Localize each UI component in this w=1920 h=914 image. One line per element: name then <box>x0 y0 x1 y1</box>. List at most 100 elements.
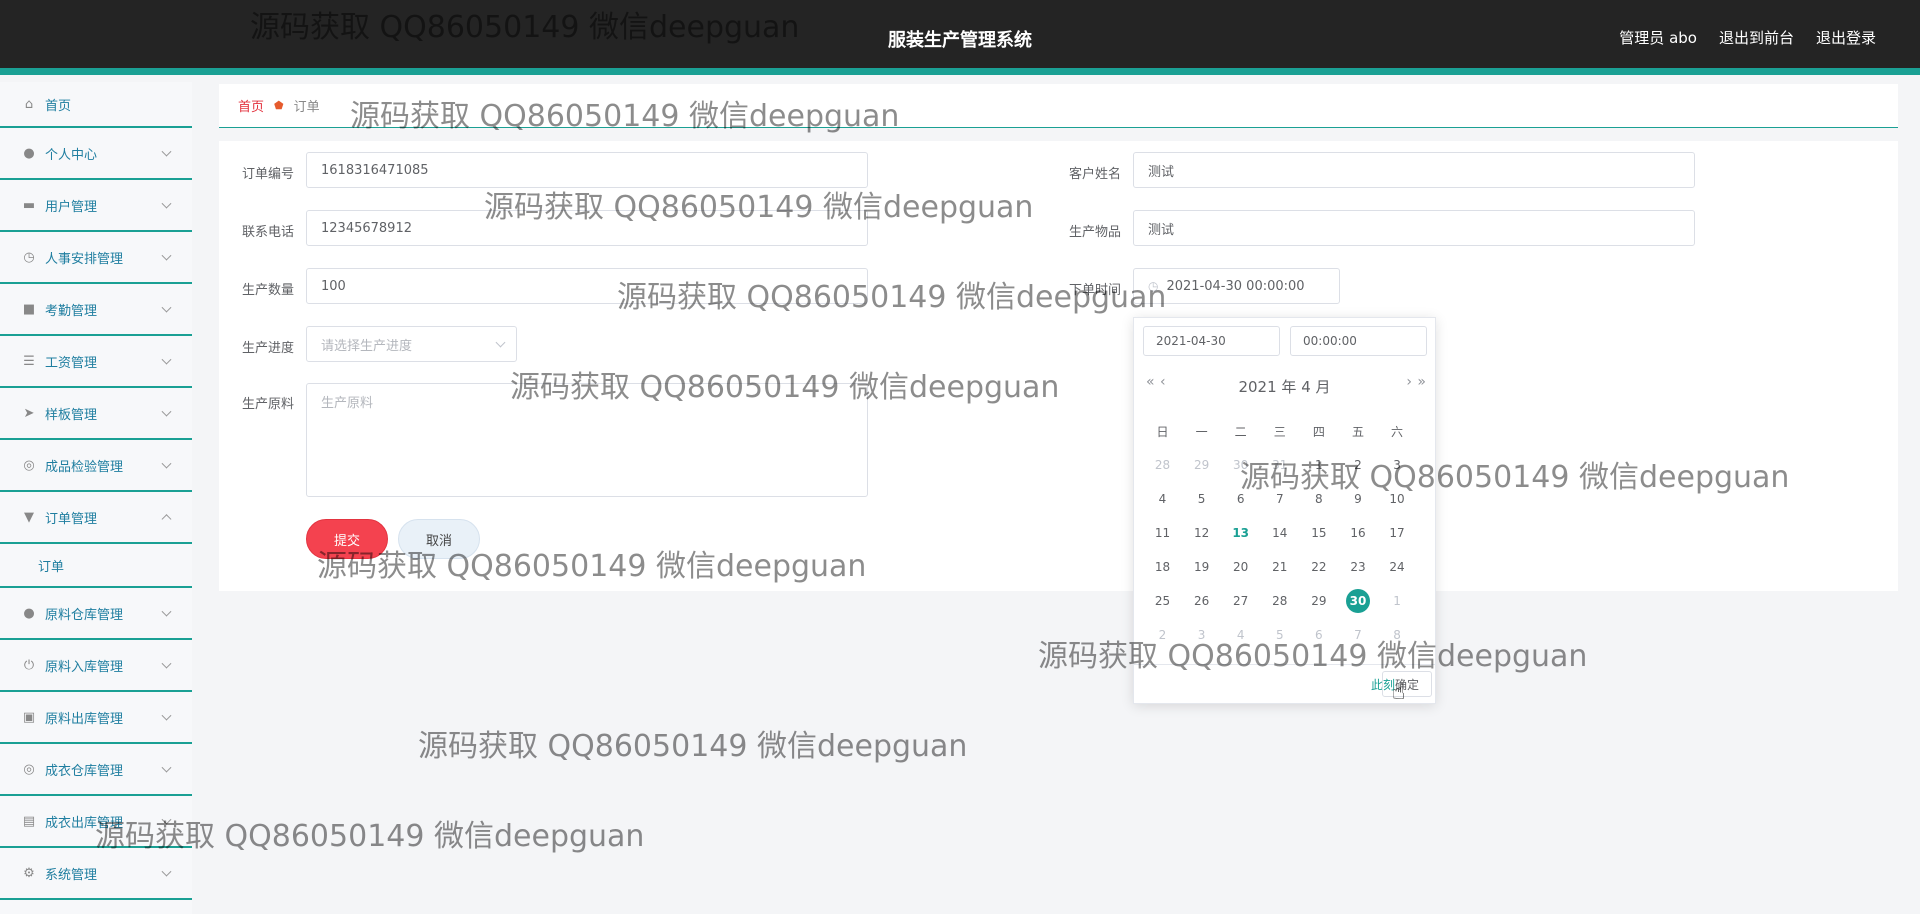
send-icon: ➤ <box>23 405 35 421</box>
week-row: 2 3 4 5 6 7 8 <box>1143 618 1427 652</box>
sidebar-item-attendance[interactable]: ■ 考勤管理 <box>0 284 192 336</box>
weekday-label: 五 <box>1351 424 1364 439</box>
calendar-day[interactable]: 20 <box>1221 560 1260 574</box>
calendar-day-today[interactable]: 13 <box>1221 526 1260 540</box>
logout-link[interactable]: 退出登录 <box>1816 27 1876 48</box>
calendar-day[interactable]: 12 <box>1182 526 1221 540</box>
list-icon: ☰ <box>23 353 35 369</box>
sidebar-item-home[interactable]: ⌂ 首页 <box>0 82 192 128</box>
calendar-day[interactable]: 26 <box>1182 594 1221 608</box>
calendar-day[interactable]: 21 <box>1260 560 1299 574</box>
phone-field[interactable]: 12345678912 <box>306 210 868 246</box>
watermark: 源码获取 QQ86050149 微信deepguan <box>418 729 968 764</box>
next-year-icon[interactable]: » <box>1417 374 1425 390</box>
sidebar-item-users[interactable]: ▬ 用户管理 <box>0 180 192 232</box>
week-row: 25 26 27 28 29 30 1 <box>1143 584 1427 618</box>
calendar-day[interactable]: 2 <box>1143 628 1182 642</box>
cancel-button[interactable]: 取消 <box>398 519 480 559</box>
customer-field[interactable]: 测试 <box>1133 152 1695 188</box>
order-time-field[interactable]: ◷ 2021-04-30 00:00:00 <box>1133 268 1340 304</box>
material-textarea[interactable]: 生产原料 <box>306 383 868 497</box>
weekday-label: 二 <box>1234 424 1247 439</box>
calendar-day[interactable]: 14 <box>1260 526 1299 540</box>
chevron-down-icon <box>161 658 172 669</box>
picker-time-input[interactable]: 00:00:00 <box>1290 326 1427 356</box>
calendar-day[interactable]: 7 <box>1338 628 1377 642</box>
calendar-day[interactable]: 2 <box>1338 458 1377 472</box>
calendar-day[interactable]: 10 <box>1378 492 1417 506</box>
calendar-day[interactable]: 6 <box>1221 492 1260 506</box>
progress-select[interactable]: 请选择生产进度 <box>306 326 517 362</box>
chevron-down-icon <box>161 710 172 721</box>
front-link[interactable]: 退出到前台 <box>1719 27 1794 48</box>
calendar-day[interactable]: 1 <box>1378 594 1417 608</box>
calendar-day[interactable]: 28 <box>1143 458 1182 472</box>
quantity-field[interactable]: 100 <box>306 268 868 304</box>
sidebar-item-samples[interactable]: ➤ 样板管理 <box>0 388 192 440</box>
sidebar-item-material-warehouse[interactable]: ● 原料仓库管理 <box>0 588 192 640</box>
calendar-day[interactable]: 11 <box>1143 526 1182 540</box>
sidebar-item-material-inbound[interactable]: ⏻ 原料入库管理 <box>0 640 192 692</box>
calendar-day[interactable]: 15 <box>1299 526 1338 540</box>
order-no-field[interactable]: 1618316471085 <box>306 152 868 188</box>
picker-date-input[interactable]: 2021-04-30 <box>1143 326 1280 356</box>
submit-button[interactable]: 提交 <box>306 519 388 559</box>
calendar-day[interactable]: 18 <box>1143 560 1182 574</box>
calendar-day[interactable]: 5 <box>1182 492 1221 506</box>
picker-month[interactable]: 4 月 <box>1301 378 1330 396</box>
calendar-day[interactable]: 17 <box>1378 526 1417 540</box>
calendar-day[interactable]: 22 <box>1299 560 1338 574</box>
sidebar-item-profile[interactable]: ● 个人中心 <box>0 128 192 180</box>
next-month-icon[interactable]: › <box>1406 374 1411 390</box>
calendar-day[interactable]: 29 <box>1182 458 1221 472</box>
picker-header: 2021 年 4 月 <box>1134 376 1435 397</box>
calendar-day[interactable]: 30 <box>1221 458 1260 472</box>
weekday-row: 日 一 二 三 四 五 六 <box>1143 414 1427 448</box>
calendar-day[interactable]: 7 <box>1260 492 1299 506</box>
sidebar-item-system[interactable]: ⚙ 系统管理 <box>0 848 192 900</box>
calendar-day[interactable]: 16 <box>1338 526 1377 540</box>
admin-user-label[interactable]: 管理员 abo <box>1619 27 1697 48</box>
calendar-day[interactable]: 1 <box>1299 458 1338 472</box>
calendar-day[interactable]: 27 <box>1221 594 1260 608</box>
sidebar-item-inspection[interactable]: ◎ 成品检验管理 <box>0 440 192 492</box>
calendar-day[interactable]: 9 <box>1338 492 1377 506</box>
calendar-day[interactable]: 4 <box>1143 492 1182 506</box>
picker-confirm-button[interactable]: 确定 <box>1382 671 1432 697</box>
item-field[interactable]: 测试 <box>1133 210 1695 246</box>
chat-icon: ■ <box>22 301 36 317</box>
top-links: 管理员 abo 退出到前台 退出登录 <box>1619 27 1876 48</box>
sidebar-item-salary[interactable]: ☰ 工资管理 <box>0 336 192 388</box>
weekday-label: 四 <box>1312 424 1325 439</box>
weekday-label: 六 <box>1391 424 1404 439</box>
calendar-day[interactable]: 25 <box>1143 594 1182 608</box>
sidebar-item-personnel[interactable]: ◷ 人事安排管理 <box>0 232 192 284</box>
sidebar-item-orders[interactable]: ▼ 订单管理 <box>0 492 192 544</box>
calendar-day[interactable]: 31 <box>1260 458 1299 472</box>
order-time-label: 下单时间 <box>1068 283 1121 298</box>
clock-icon: ◷ <box>1148 279 1159 293</box>
sidebar-subitem-order[interactable]: 订单 <box>0 544 192 588</box>
calendar-day[interactable]: 3 <box>1182 628 1221 642</box>
breadcrumb-home[interactable]: 首页 <box>238 96 264 115</box>
chevron-down-icon <box>161 458 172 469</box>
calendar-day[interactable]: 29 <box>1299 594 1338 608</box>
sidebar-item-material-outbound[interactable]: ▣ 原料出库管理 <box>0 692 192 744</box>
calendar-day[interactable]: 4 <box>1221 628 1260 642</box>
chevron-down-icon <box>161 866 172 877</box>
calendar-day[interactable]: 3 <box>1378 458 1417 472</box>
calendar-day-selected[interactable]: 30 <box>1338 589 1377 613</box>
quantity-label: 生产数量 <box>241 283 294 298</box>
sidebar-item-garment-outbound[interactable]: ▤ 成衣出库管理 <box>0 796 192 848</box>
calendar-day[interactable]: 5 <box>1260 628 1299 642</box>
calendar-day[interactable]: 8 <box>1378 628 1417 642</box>
calendar-day[interactable]: 24 <box>1378 560 1417 574</box>
calendar-day[interactable]: 6 <box>1299 628 1338 642</box>
calendar-day[interactable]: 23 <box>1338 560 1377 574</box>
calendar-day[interactable]: 28 <box>1260 594 1299 608</box>
sidebar-item-garment-warehouse[interactable]: ◎ 成衣仓库管理 <box>0 744 192 796</box>
calendar-day[interactable]: 19 <box>1182 560 1221 574</box>
breadcrumb: 首页 ⬟ 订单 <box>219 84 1898 128</box>
calendar-day[interactable]: 8 <box>1299 492 1338 506</box>
picker-year[interactable]: 2021 年 <box>1238 378 1296 396</box>
